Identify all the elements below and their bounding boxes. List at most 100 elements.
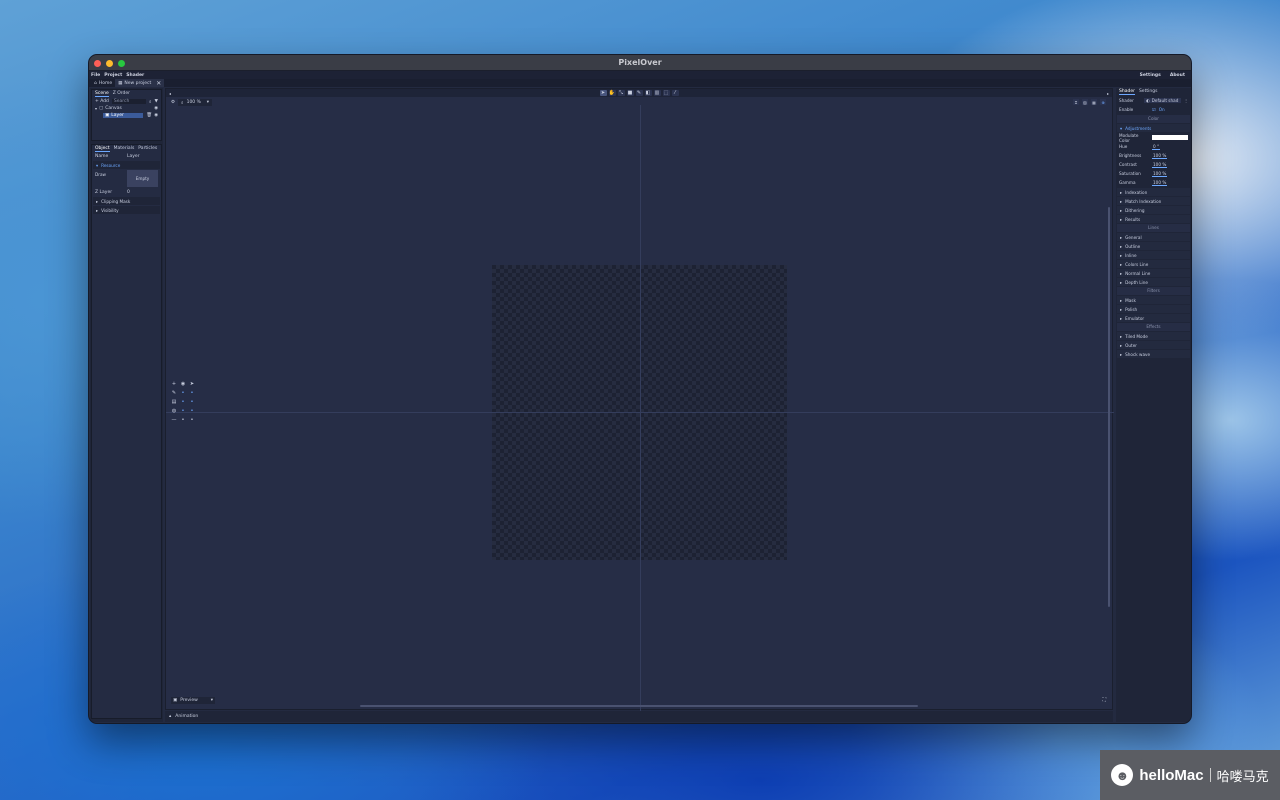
collapse-right-icon[interactable]: ▸ <box>1107 91 1109 96</box>
tab-particles[interactable]: Particles <box>138 146 157 152</box>
clipping-mask-section[interactable]: ▸ Clipping Mask <box>93 197 160 205</box>
name-label: Name <box>95 154 109 159</box>
shader-section-match-indexation[interactable]: ▸ Match Indexation <box>1117 197 1190 205</box>
tab-home[interactable]: ⌂ Home <box>91 79 115 87</box>
tab-new-project[interactable]: ▦ New project ✕ <box>115 79 165 87</box>
animation-label: Animation <box>175 714 199 719</box>
animation-bar[interactable]: ▴ Animation <box>165 711 1113 722</box>
shader-section-colors-line[interactable]: ▸ Colors Line <box>1117 260 1190 268</box>
minimize-window-button[interactable] <box>106 60 113 67</box>
collapse-left-icon[interactable]: ◂ <box>169 91 171 96</box>
dot-icon[interactable]: • <box>179 407 187 415</box>
tab-shader[interactable]: Shader <box>1119 89 1135 95</box>
scene-search-input[interactable]: Search <box>111 99 146 104</box>
pencil-tool-icon[interactable]: ✎ <box>635 90 643 96</box>
shader-section-mask[interactable]: ▸ Mask <box>1117 296 1190 304</box>
dot-icon[interactable]: • <box>179 389 187 397</box>
horizontal-scrollbar[interactable] <box>360 705 918 707</box>
visibility-section[interactable]: ▸ Visibility <box>93 206 160 214</box>
vertical-scrollbar[interactable] <box>1108 207 1110 607</box>
shader-section-outline[interactable]: ▸ Outline <box>1117 242 1190 250</box>
pixel-grid-icon[interactable]: ▦ <box>1091 99 1097 105</box>
brightness-field[interactable]: 100 % <box>1152 153 1168 159</box>
gradient-tool-icon[interactable]: ▥ <box>653 90 661 96</box>
shader-section-indexation[interactable]: ▸ Indexation <box>1117 188 1190 196</box>
tree-item-layer[interactable]: ▣ Layer 🗑 ◉ <box>92 112 161 119</box>
dot-icon[interactable]: • <box>188 389 196 397</box>
shader-section-polish[interactable]: ▸ Polish <box>1117 305 1190 313</box>
tab-object[interactable]: Object <box>95 146 110 152</box>
preview-dropdown[interactable]: ▣ Preview ▾ <box>171 697 215 704</box>
marquee-tool-icon[interactable]: ⬚ <box>662 90 670 96</box>
zlayer-field[interactable]: 0 <box>127 190 130 195</box>
add-node-button[interactable]: + Add <box>95 99 109 104</box>
eyedropper-tool-icon[interactable]: ⁄ <box>671 90 679 96</box>
tab-scene[interactable]: Scene <box>95 91 109 97</box>
dot-icon[interactable]: • <box>188 407 196 415</box>
hue-field[interactable]: 0 ° <box>1152 144 1161 150</box>
draw-resource-slot[interactable]: Empty <box>127 170 158 187</box>
eye-icon[interactable]: ◉ <box>179 380 187 388</box>
shader-section-shock-wave[interactable]: ▸ Shock wave <box>1117 350 1190 358</box>
hand-tool-icon[interactable]: ✋ <box>608 90 616 96</box>
eye-icon[interactable]: ◉ <box>154 106 158 111</box>
menu-settings[interactable]: Settings <box>1140 73 1161 78</box>
settings-icon[interactable]: ⚙ <box>171 100 175 105</box>
eye-icon[interactable]: ◉ <box>154 113 158 118</box>
snap-icon[interactable]: ⊕ <box>1100 99 1106 105</box>
cursor-icon[interactable]: ➤ <box>188 380 196 388</box>
tree-item-canvas[interactable]: ▾ ▢ Canvas ◉ <box>92 105 161 112</box>
line-icon[interactable]: — <box>170 416 178 424</box>
image-icon[interactable]: ▨ <box>1082 99 1088 105</box>
menu-file[interactable]: File <box>91 73 100 78</box>
select-tool-icon[interactable]: ➤ <box>599 90 607 96</box>
tab-z-order[interactable]: Z Order <box>113 91 130 97</box>
contrast-field[interactable]: 100 % <box>1152 162 1168 168</box>
shader-section-results[interactable]: ▸ Results <box>1117 215 1190 223</box>
globe-icon[interactable]: ◍ <box>170 407 178 415</box>
saturation-field[interactable]: 100 % <box>1152 171 1168 177</box>
shader-section-tiled-mode[interactable]: ▸ Tiled Mode <box>1117 332 1190 340</box>
color-swatch[interactable] <box>1152 135 1188 140</box>
shader-dropdown[interactable]: ◐ Default shad <box>1144 98 1181 103</box>
enable-checkbox[interactable]: ☑ <box>1152 107 1156 112</box>
brush-icon[interactable]: ✎ <box>170 389 178 397</box>
menu-project[interactable]: Project <box>104 73 122 78</box>
shader-section-dithering[interactable]: ▸ Dithering <box>1117 206 1190 214</box>
dot-icon[interactable]: • <box>188 398 196 406</box>
layers-icon[interactable]: ▤ <box>170 398 178 406</box>
shader-section-emulator[interactable]: ▸ Emulator <box>1117 314 1190 322</box>
menu-about[interactable]: About <box>1170 73 1185 78</box>
resource-section[interactable]: ▾ Resource <box>93 161 160 169</box>
shader-section-outer[interactable]: ▸ Outer <box>1117 341 1190 349</box>
dot-icon[interactable]: • <box>179 398 187 406</box>
shader-section-depth-line[interactable]: ▸ Depth Line <box>1117 278 1190 286</box>
name-field[interactable]: Layer <box>127 154 140 159</box>
filter-icon[interactable]: ▼ <box>155 99 158 104</box>
gamma-field[interactable]: 100 % <box>1152 180 1168 186</box>
zoom-field[interactable]: ⌕ 100 % ▾ <box>178 99 213 106</box>
grid-icon[interactable]: ⌗ <box>1073 99 1079 105</box>
rect-tool-icon[interactable]: ■ <box>626 90 634 96</box>
close-window-button[interactable] <box>94 60 101 67</box>
tab-materials[interactable]: Materials <box>114 146 135 152</box>
plus-icon[interactable]: + <box>170 380 178 388</box>
shader-section-normal-line[interactable]: ▸ Normal Line <box>1117 269 1190 277</box>
fullscreen-icon[interactable]: ⛶ <box>1102 697 1106 703</box>
bucket-tool-icon[interactable]: ◧ <box>644 90 652 96</box>
close-tab-icon[interactable]: ✕ <box>156 80 161 87</box>
shader-section-general[interactable]: ▸ General <box>1117 233 1190 241</box>
more-icon[interactable]: ⋮ <box>1184 98 1188 103</box>
view-options: ⌗ ▨ ▦ ⊕ <box>1073 99 1106 105</box>
menu-bar: File Project Shader Settings About <box>89 71 1191 79</box>
dot-icon[interactable]: • <box>179 416 187 424</box>
menu-shader[interactable]: Shader <box>126 73 144 78</box>
zoom-window-button[interactable] <box>118 60 125 67</box>
dot-icon[interactable]: • <box>188 416 196 424</box>
canvas-viewport[interactable]: ⚙ ⌕ 100 % ▾ ⌗ ▨ ▦ ⊕ + ◉ ➤ ✎ • • ▤ • • ◍ … <box>166 97 1114 717</box>
tab-settings[interactable]: Settings <box>1139 89 1157 95</box>
transform-tool-icon[interactable]: ⤡ <box>617 90 625 96</box>
trash-icon[interactable]: 🗑 <box>146 113 152 118</box>
shader-section-inline[interactable]: ▸ Inline <box>1117 251 1190 259</box>
adjustments-section[interactable]: ▾ Adjustments <box>1117 124 1190 132</box>
